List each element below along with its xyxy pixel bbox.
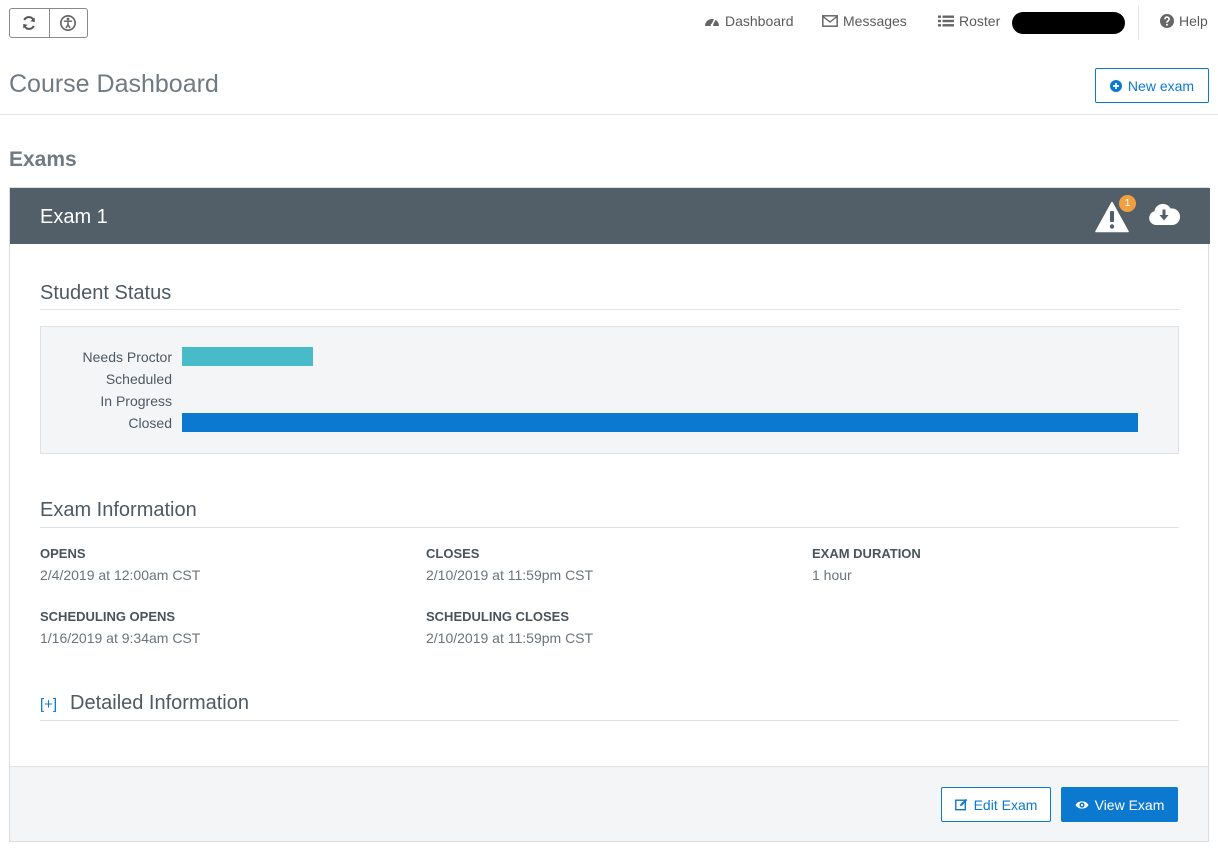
view-exam-label: View Exam: [1094, 796, 1165, 813]
tool-button-group: [9, 8, 88, 38]
top-navbar: Dashboard Messages Roster Help: [0, 0, 1218, 48]
plus-circle-icon: [1109, 79, 1122, 92]
nav-help[interactable]: Help: [1160, 13, 1208, 29]
alert-count-badge: 1: [1119, 195, 1136, 212]
new-exam-button[interactable]: New exam: [1095, 68, 1209, 103]
edit-exam-label: Edit Exam: [973, 796, 1038, 813]
bar-label-scheduled: Scheduled: [105, 371, 172, 387]
nav-roster[interactable]: Roster: [938, 13, 1000, 29]
bar-label-in-progress: In Progress: [100, 393, 172, 409]
dashboard-icon: [705, 18, 719, 27]
alerts-button[interactable]: 1: [1095, 195, 1136, 233]
nav-divider: [1138, 6, 1139, 40]
exams-section-title: Exams: [9, 148, 77, 171]
eye-icon: [1075, 800, 1089, 809]
refresh-button[interactable]: [10, 9, 49, 37]
exam-information-title: Exam Information: [40, 499, 197, 521]
nav-roster-label: Roster: [959, 13, 1001, 29]
closes-value: 2/10/2019 at 11:59pm CST: [426, 567, 594, 583]
detailed-info-rule: [40, 720, 1179, 721]
scheduling-closes-value: 2/10/2019 at 11:59pm CST: [426, 630, 594, 646]
nav-dashboard[interactable]: Dashboard: [704, 13, 794, 29]
exam-card-footer: Edit Exam View Exam: [10, 766, 1208, 841]
page-title: Course Dashboard: [9, 70, 219, 98]
download-button[interactable]: [1148, 202, 1181, 231]
view-exam-button[interactable]: View Exam: [1061, 787, 1178, 822]
exam-card: Exam 1 1 Student Status Needs Proctor Sc…: [9, 187, 1210, 842]
exam-title: Exam 1: [40, 206, 108, 228]
scheduling-closes-label: SCHEDULING CLOSES: [426, 609, 570, 624]
redacted-user-menu[interactable]: [1012, 12, 1125, 34]
bar-needs-proctor: [182, 347, 313, 366]
scheduling-opens-value: 1/16/2019 at 9:34am CST: [40, 630, 201, 646]
edit-exam-button[interactable]: Edit Exam: [941, 787, 1051, 822]
bar-closed: [182, 413, 1138, 432]
nav-messages[interactable]: Messages: [822, 13, 907, 29]
header-divider: [0, 114, 1218, 115]
accessibility-button[interactable]: [48, 9, 88, 37]
exam-information-rule: [40, 527, 1179, 528]
bar-label-needs-proctor: Needs Proctor: [82, 349, 172, 365]
opens-label: OPENS: [40, 546, 86, 561]
student-status-title: Student Status: [40, 282, 172, 304]
question-circle-icon: [1160, 14, 1174, 28]
edit-icon: [954, 798, 967, 811]
exam-card-header: Exam 1 1: [10, 188, 1210, 244]
bar-label-closed: Closed: [128, 415, 172, 431]
new-exam-label: New exam: [1127, 77, 1195, 94]
nav-dashboard-label: Dashboard: [725, 13, 794, 29]
closes-label: CLOSES: [426, 546, 480, 561]
nav-messages-label: Messages: [843, 13, 907, 29]
student-status-chart: Needs Proctor Scheduled In Progress Clos…: [40, 326, 1179, 454]
student-status-rule: [40, 309, 1179, 310]
envelope-icon: [822, 15, 838, 27]
list-icon: [938, 15, 954, 27]
nav-help-label: Help: [1179, 13, 1208, 29]
detailed-info-title: Detailed Information: [70, 692, 249, 714]
opens-value: 2/4/2019 at 12:00am CST: [40, 567, 201, 583]
detailed-info-toggle[interactable]: [+]: [40, 696, 57, 713]
duration-value: 1 hour: [812, 567, 852, 583]
cloud-download-icon: [1149, 203, 1181, 225]
scheduling-opens-label: SCHEDULING OPENS: [40, 609, 176, 624]
refresh-icon: [23, 16, 36, 30]
accessibility-icon: [60, 15, 77, 31]
duration-label: EXAM DURATION: [812, 546, 921, 561]
